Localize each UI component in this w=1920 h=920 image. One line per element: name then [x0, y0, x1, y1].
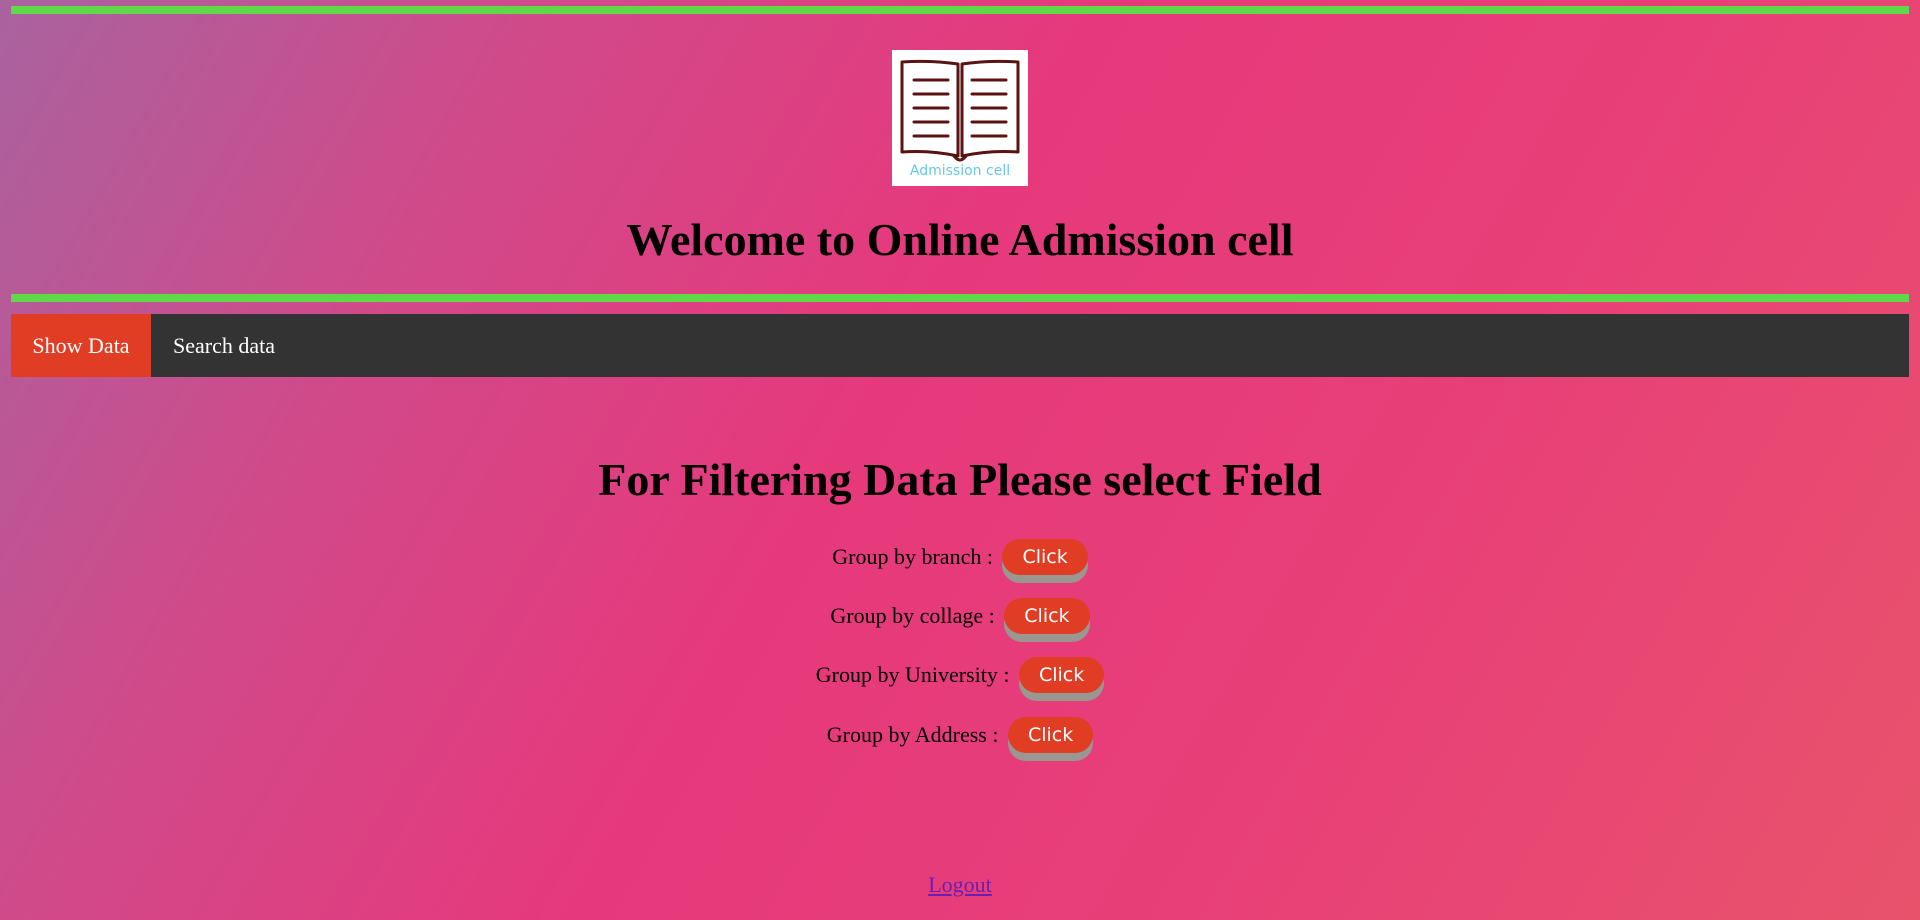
filter-row-address: Group by Address : Click — [0, 713, 1920, 753]
nav-search-data[interactable]: Search data — [151, 314, 297, 377]
logo-caption: Admission cell — [909, 163, 1011, 179]
group-by-university-button[interactable]: Click — [1018, 656, 1105, 693]
filter-row-branch: Group by branch : Click — [0, 535, 1920, 575]
open-book-icon — [900, 59, 1020, 162]
filter-row-university: Group by University : Click — [0, 653, 1920, 693]
top-accent-bar — [11, 6, 1909, 14]
admission-cell-logo: Admission cell — [892, 50, 1028, 186]
filter-label-university: Group by University : — [815, 661, 1010, 687]
filter-label-collage: Group by collage : — [830, 602, 995, 628]
filter-heading: For Filtering Data Please select Field — [598, 454, 1322, 505]
filter-row-collage: Group by collage : Click — [0, 594, 1920, 634]
group-by-branch-button[interactable]: Click — [1002, 538, 1088, 575]
middle-accent-bar — [11, 294, 1909, 302]
logout-container: Logout — [0, 872, 1920, 898]
filter-label-branch: Group by branch : — [832, 543, 993, 569]
navbar: Show Data Search data — [11, 314, 1909, 377]
group-by-address-button[interactable]: Click — [1007, 716, 1094, 753]
filter-label-address: Group by Address : — [826, 721, 999, 747]
group-by-collage-button[interactable]: Click — [1004, 597, 1090, 634]
logout-link[interactable]: Logout — [928, 872, 992, 897]
nav-show-data[interactable]: Show Data — [11, 314, 151, 377]
page-title: Welcome to Online Admission cell — [626, 214, 1294, 265]
